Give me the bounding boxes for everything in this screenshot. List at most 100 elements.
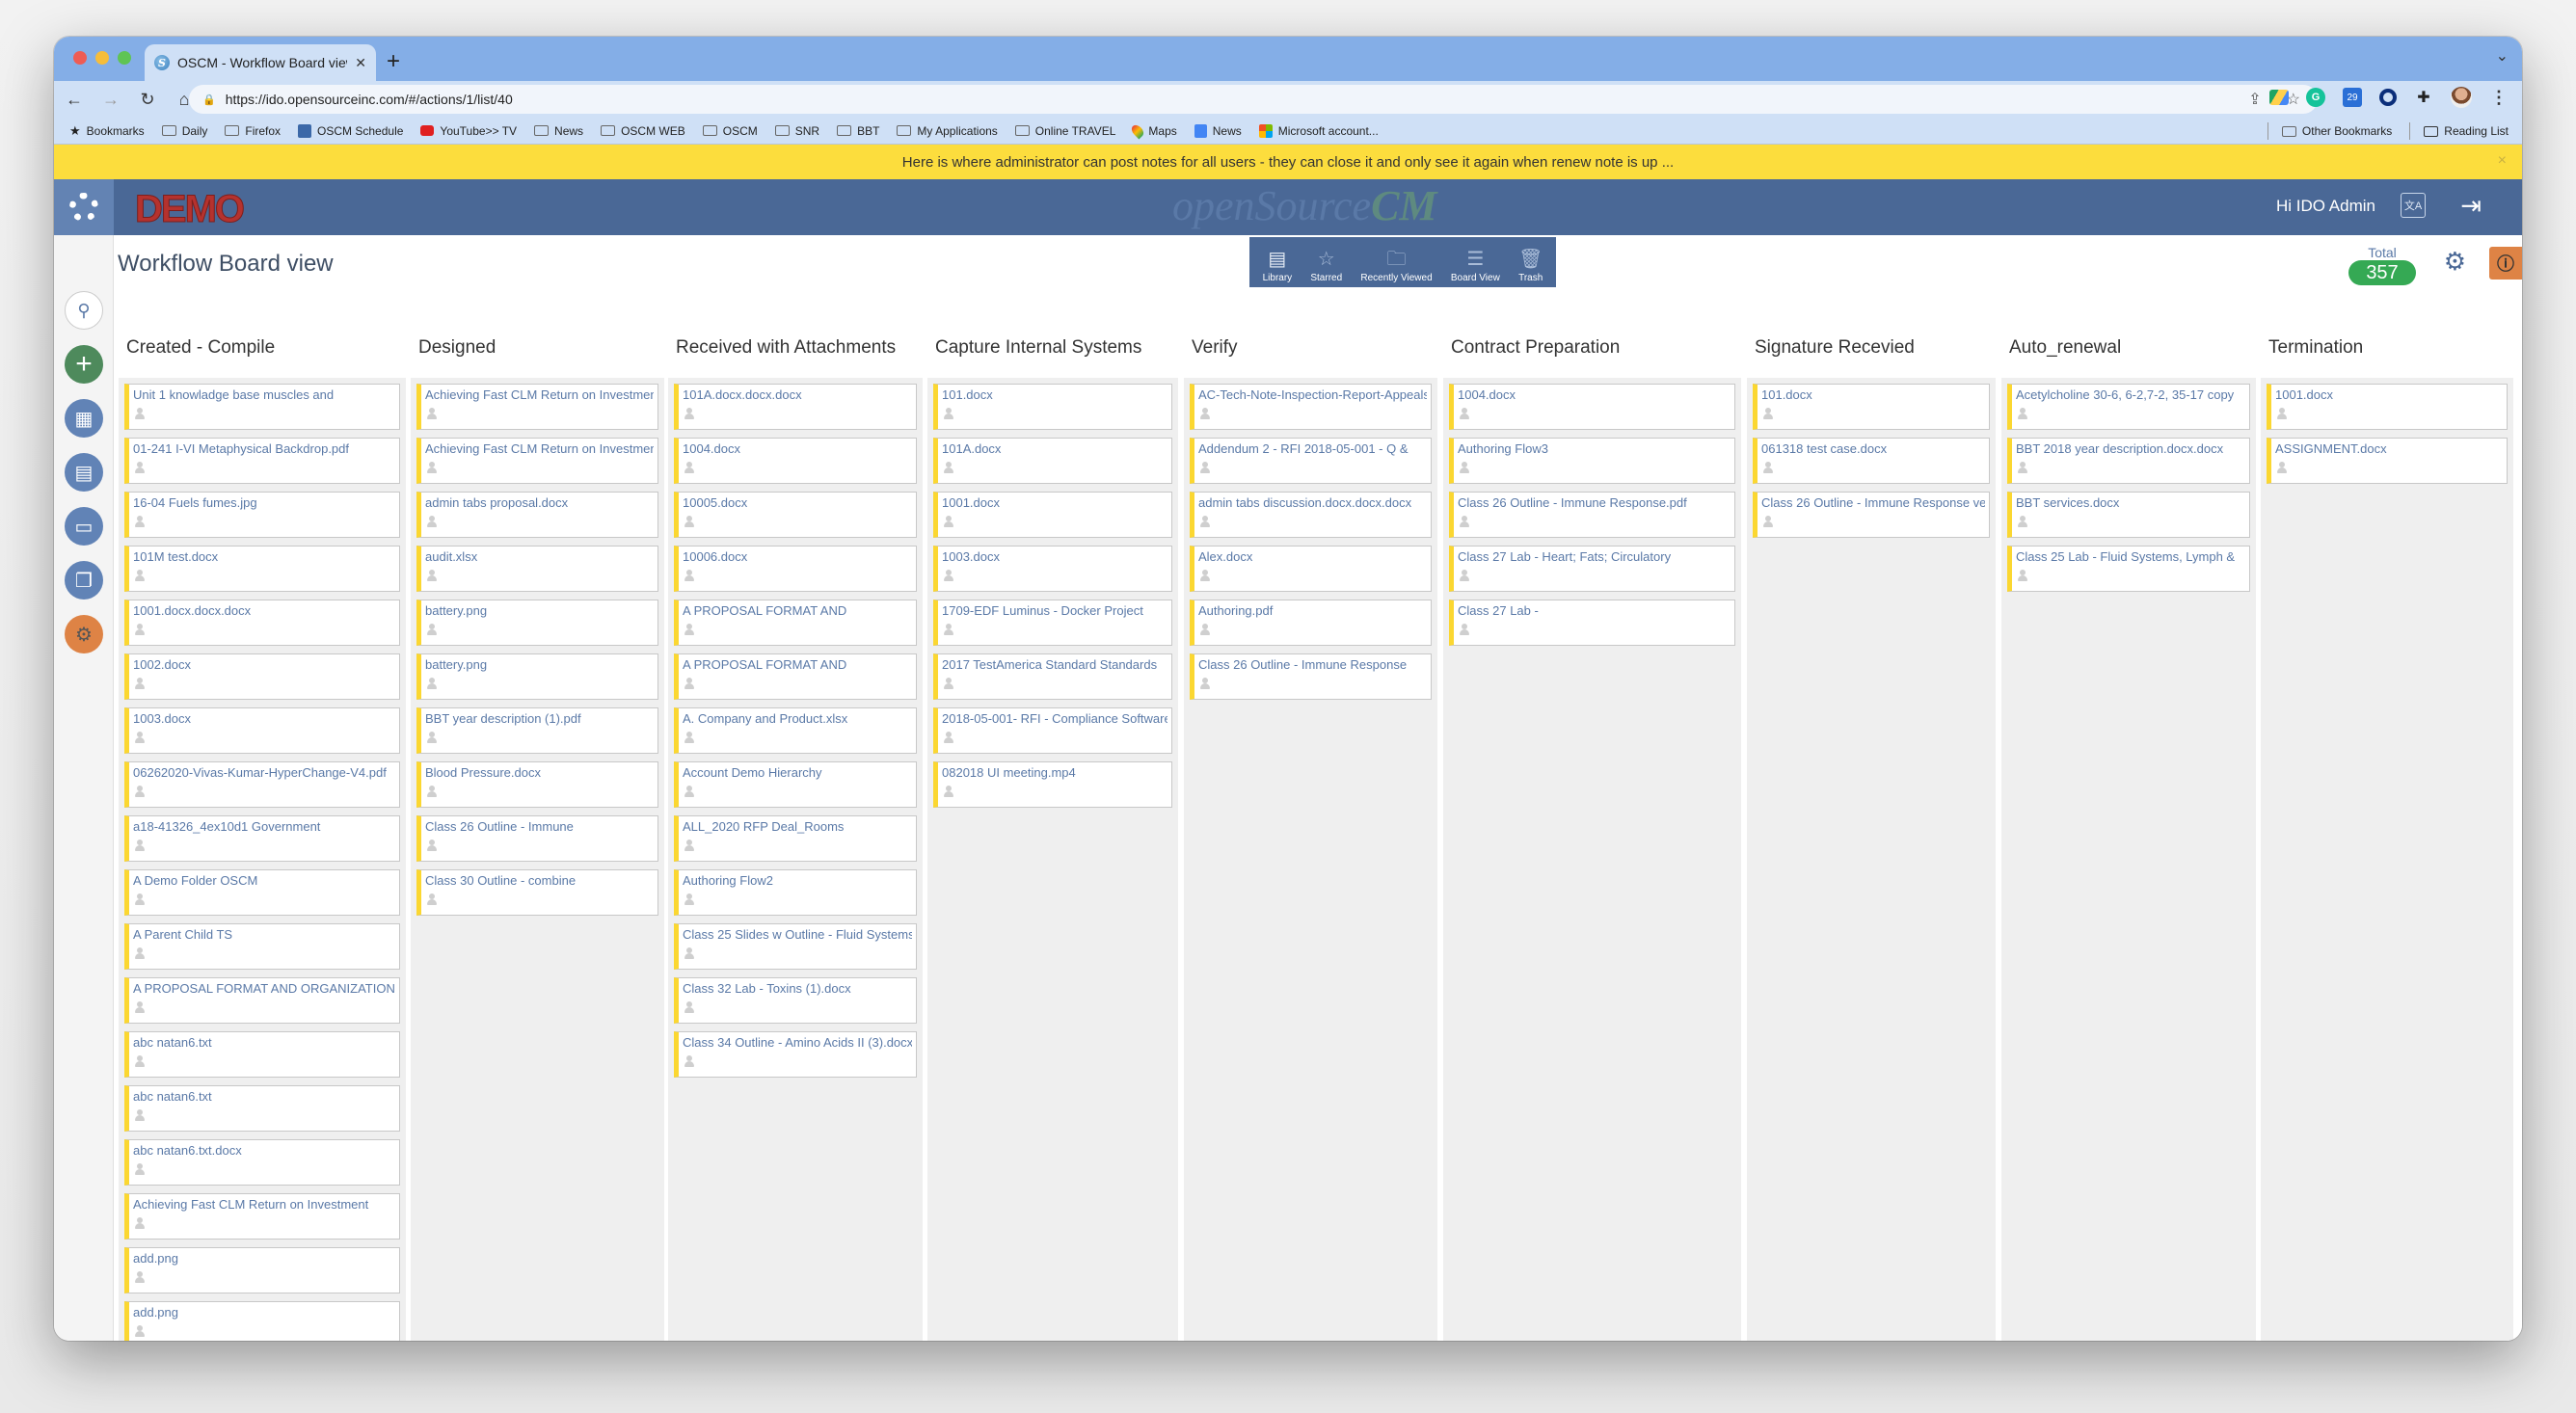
card-title-link[interactable]: A PROPOSAL FORMAT AND ORGANIZATION, [133,981,395,996]
back-button[interactable]: ← [58,90,91,110]
card-title-link[interactable]: 01-241 I-VI Metaphysical Backdrop.pdf [133,441,395,456]
browser-menu-icon[interactable]: ⋮ [2489,88,2509,107]
card-title-link[interactable]: Class 27 Lab - Heart; Fats; Circulatory [1458,549,1731,564]
notice-close-icon[interactable]: × [2498,152,2507,170]
workflow-card[interactable]: abc natan6.txt [124,1031,400,1078]
workflow-card[interactable]: 1001.docx.docx.docx [124,600,400,646]
card-title-link[interactable]: 1004.docx [1458,387,1731,402]
bookmark-item[interactable]: Firefox [225,124,281,138]
card-title-link[interactable]: Class 26 Outline - Immune Response [1198,657,1427,672]
minimize-window-button[interactable] [95,51,109,65]
card-title-link[interactable]: Alex.docx [1198,549,1427,564]
bookmark-item[interactable]: BBT [837,124,879,138]
demo-logo[interactable]: DEMO [135,188,246,231]
card-title-link[interactable]: Authoring Flow2 [683,873,912,888]
workflow-card[interactable]: add.png [124,1247,400,1293]
workflow-card[interactable]: abc natan6.txt.docx [124,1139,400,1186]
logout-icon[interactable]: ⇥ [2460,191,2482,221]
card-title-link[interactable]: ASSIGNMENT.docx [2275,441,2503,456]
forward-button[interactable]: → [94,90,127,110]
card-title-link[interactable]: 1001.docx.docx.docx [133,603,395,618]
bookmark-item[interactable]: My Applications [897,124,998,138]
workflow-card[interactable]: Blood Pressure.docx [416,761,658,808]
card-title-link[interactable]: 1001.docx [942,495,1167,510]
card-title-link[interactable]: Class 34 Outline - Amino Acids II (3).do… [683,1035,912,1050]
workflow-card[interactable]: Class 34 Outline - Amino Acids II (3).do… [674,1031,917,1078]
card-title-link[interactable]: BBT 2018 year description.docx.docx [2016,441,2245,456]
workflow-card[interactable]: audit.xlsx [416,546,658,592]
card-title-link[interactable]: Class 26 Outline - Immune Response.pdf [1458,495,1731,510]
bookmark-item[interactable]: Online TRAVEL [1014,124,1115,138]
grammarly-icon[interactable]: G [2306,88,2325,107]
board-toolbar-starred-button[interactable]: ☆ Starred [1310,249,1342,283]
card-title-link[interactable]: Class 30 Outline - combine [425,873,654,888]
workflow-card[interactable]: Unit 1 knowladge base muscles and [124,384,400,430]
card-title-link[interactable]: 2018-05-001- RFI - Compliance Software [942,711,1167,726]
admin-settings-button[interactable]: ⚙ [65,615,103,653]
workflow-card[interactable]: 101M test.docx [124,546,400,592]
tab-close-icon[interactable]: ✕ [355,55,366,71]
card-title-link[interactable]: 101.docx [1761,387,1985,402]
card-title-link[interactable]: battery.png [425,657,654,672]
tab-search-chevron-icon[interactable]: ⌄ [2496,46,2509,66]
workflow-card[interactable]: Alex.docx [1190,546,1432,592]
workflow-card[interactable]: 01-241 I-VI Metaphysical Backdrop.pdf [124,438,400,484]
collections-button[interactable]: ❐ [65,561,103,600]
workflow-card[interactable]: add.png [124,1301,400,1341]
workflow-card[interactable]: a18-41326_4ex10d1 Government [124,815,400,862]
calendar-extension-icon[interactable]: 29 [2343,88,2362,107]
workflow-card[interactable]: abc natan6.txt [124,1085,400,1132]
card-title-link[interactable]: 101.docx [942,387,1167,402]
card-title-link[interactable]: BBT services.docx [2016,495,2245,510]
workflow-card[interactable]: A PROPOSAL FORMAT AND [674,600,917,646]
workflow-card[interactable]: Account Demo Hierarchy [674,761,917,808]
board-toolbar-recently-viewed-button[interactable]: 🗀 Recently Viewed [1360,249,1432,283]
workflow-card[interactable]: 101A.docx [933,438,1172,484]
workflow-card[interactable]: Class 26 Outline - Immune Response.pdf [1449,492,1735,538]
workflow-card[interactable]: 10005.docx [674,492,917,538]
o-extension-icon[interactable] [2379,89,2397,106]
card-title-link[interactable]: Achieving Fast CLM Return on Investment [425,387,654,402]
menu-toggle[interactable] [54,179,114,235]
card-title-link[interactable]: Unit 1 knowladge base muscles and [133,387,395,402]
card-title-link[interactable]: A. Company and Product.xlsx [683,711,912,726]
card-title-link[interactable]: battery.png [425,603,654,618]
workflow-card[interactable]: Class 25 Lab - Fluid Systems, Lymph & [2007,546,2250,592]
workflow-card[interactable]: 101.docx [933,384,1172,430]
board-settings-gear-icon[interactable]: ⚙ [2444,247,2466,277]
search-button[interactable]: ⚲ [65,291,103,330]
workflow-card[interactable]: BBT year description (1).pdf [416,707,658,754]
card-title-link[interactable]: add.png [133,1251,395,1266]
card-title-link[interactable]: Blood Pressure.docx [425,765,654,780]
workflow-card[interactable]: Class 26 Outline - Immune Response [1190,653,1432,700]
workflow-card[interactable]: Achieving Fast CLM Return on Investment [124,1193,400,1240]
workflow-card[interactable]: A PROPOSAL FORMAT AND [674,653,917,700]
calendar-button[interactable]: ▭ [65,507,103,546]
workflow-card[interactable]: Class 26 Outline - Immune [416,815,658,862]
workflow-card[interactable]: admin tabs discussion.docx.docx.docx [1190,492,1432,538]
card-title-link[interactable]: 101A.docx.docx.docx [683,387,912,402]
card-title-link[interactable]: 10005.docx [683,495,912,510]
card-title-link[interactable]: abc natan6.txt.docx [133,1143,395,1158]
workflow-card[interactable]: 10006.docx [674,546,917,592]
card-title-link[interactable]: admin tabs proposal.docx [425,495,654,510]
card-title-link[interactable]: Class 26 Outline - Immune Response ver [1761,495,1985,510]
workflow-card[interactable]: A Parent Child TS [124,923,400,970]
card-title-link[interactable]: Class 32 Lab - Toxins (1).docx [683,981,912,996]
bookmark-item[interactable]: SNR [774,124,819,138]
card-title-link[interactable]: 1003.docx [942,549,1167,564]
other-bookmarks[interactable]: Other Bookmarks [2281,124,2392,138]
workflow-card[interactable]: 06262020-Vivas-Kumar-HyperChange-V4.pdf [124,761,400,808]
card-title-link[interactable]: a18-41326_4ex10d1 Government [133,819,395,834]
workflow-card[interactable]: Authoring Flow2 [674,869,917,916]
card-title-link[interactable]: abc natan6.txt [133,1035,395,1050]
card-title-link[interactable]: A PROPOSAL FORMAT AND [683,603,912,618]
bookmark-item[interactable]: News [534,124,583,138]
bookmark-item[interactable]: Microsoft account... [1258,123,1379,138]
workflow-card[interactable]: Class 27 Lab - [1449,600,1735,646]
workflow-card[interactable]: Authoring Flow3 [1449,438,1735,484]
add-button[interactable]: + [65,345,103,384]
bookmark-item[interactable]: YouTube>> TV [420,124,517,138]
workflow-card[interactable]: A PROPOSAL FORMAT AND ORGANIZATION, [124,977,400,1024]
workflow-card[interactable]: admin tabs proposal.docx [416,492,658,538]
